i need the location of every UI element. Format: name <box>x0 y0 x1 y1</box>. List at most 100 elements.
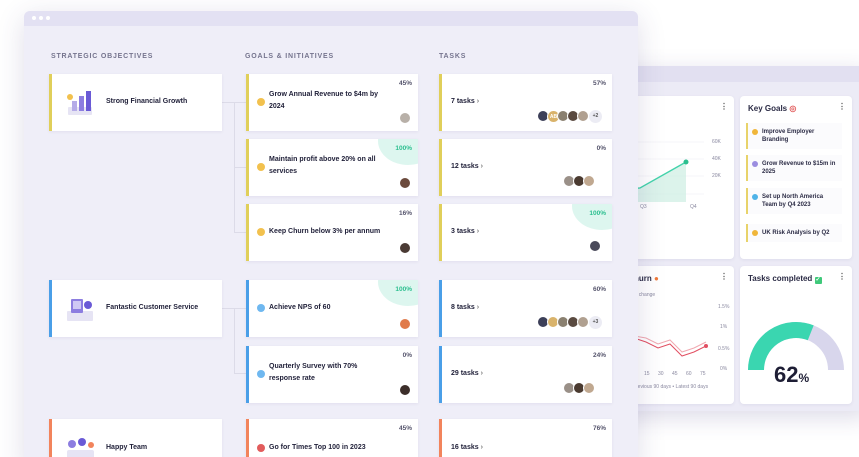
goal-emoji-icon <box>752 194 758 200</box>
avatar[interactable] <box>589 240 601 252</box>
goal-accent-bar <box>246 139 249 196</box>
avatar[interactable] <box>577 110 589 122</box>
goal-label-line: Maintain profit above 20% on all <box>269 156 376 163</box>
tasks-card[interactable]: 0% 12 tasks › <box>439 139 612 196</box>
key-goal-item[interactable]: UK Risk Analysis by Q2 <box>746 224 842 242</box>
goal-accent-bar <box>246 280 249 337</box>
avatar[interactable] <box>399 318 411 330</box>
key-goals-panel: Key Goals ◎ ⋮ Improve Employer Branding … <box>740 96 852 259</box>
x-tick-label: 15 <box>644 371 650 377</box>
tasks-card[interactable]: 100% 3 tasks › <box>439 204 612 261</box>
goal-progress: 0% <box>402 352 412 359</box>
goal-card[interactable]: 100% Achieve NPS of 60 <box>246 280 418 337</box>
goal-accent-bar <box>246 74 249 131</box>
tasks-label: 8 tasks › <box>451 302 479 314</box>
x-tick-label: Q3 <box>640 204 647 210</box>
goal-card[interactable]: 0% Quarterly Survey with 70% response rat… <box>246 346 418 403</box>
key-goal-item[interactable]: Grow Revenue to $15m in 2025 <box>746 155 842 181</box>
tasks-card[interactable]: 60% 8 tasks › +3 <box>439 280 612 337</box>
avatar[interactable] <box>399 177 411 189</box>
tasks-progress: 24% <box>592 352 606 359</box>
more-assignees-badge[interactable]: +2 <box>589 110 602 123</box>
objective-card[interactable]: Fantastic Customer Service <box>49 280 222 337</box>
goal-emoji-icon <box>257 370 265 378</box>
tasks-label: 12 tasks › <box>451 161 483 173</box>
tasks-card[interactable]: 24% 29 tasks › <box>439 346 612 403</box>
target-icon: ◎ <box>789 104 797 113</box>
avatar[interactable] <box>399 384 411 396</box>
key-goals-title-text: Key Goals <box>748 104 788 113</box>
goal-card[interactable]: 16% Keep Churn below 3% per annum <box>246 204 418 261</box>
goal-label: Quarterly Survey with 70% response rate <box>269 361 357 385</box>
window-control-dot[interactable] <box>39 16 43 20</box>
chevron-right-icon: › <box>480 444 483 451</box>
tasks-completed-unit: % <box>798 371 810 385</box>
key-goal-item[interactable]: Set up North America Team by Q4 2023 <box>746 188 842 214</box>
goal-complete-highlight <box>378 280 418 306</box>
y-tick-label: 20K <box>712 173 721 179</box>
goal-complete-highlight <box>378 139 418 165</box>
x-tick-label: 30 <box>658 371 664 377</box>
tasks-label: 3 tasks › <box>451 226 479 238</box>
objective-card[interactable]: Happy Team <box>49 419 222 457</box>
data-point <box>704 344 708 348</box>
x-tick-label: 45 <box>672 371 678 377</box>
x-tick-label: Q4 <box>690 204 697 210</box>
goal-card[interactable]: 45% Grow Annual Revenue to $4m by 2024 <box>246 74 418 131</box>
goal-emoji-icon <box>257 228 265 236</box>
avatar[interactable] <box>399 242 411 254</box>
goal-emoji-icon <box>257 444 265 452</box>
x-tick-label: 60 <box>686 371 692 377</box>
tasks-accent-bar <box>439 419 442 457</box>
tasks-card[interactable]: 76% 16 tasks › <box>439 419 612 457</box>
tasks-accent-bar <box>439 139 442 196</box>
column-header-objectives: STRATEGIC OBJECTIVES <box>51 53 154 60</box>
more-menu-icon[interactable]: ⋮ <box>838 102 846 111</box>
goal-label-line: response rate <box>269 375 315 382</box>
avatar[interactable] <box>577 316 589 328</box>
tasks-accent-bar <box>439 346 442 403</box>
objective-label: Strong Financial Growth <box>106 98 188 105</box>
tasks-progress: 100% <box>589 210 606 217</box>
window-control-dot[interactable] <box>32 16 36 20</box>
key-goal-text: Improve Employer <box>762 129 815 135</box>
connector-line <box>234 232 246 233</box>
y-tick-label: 1% <box>720 324 728 330</box>
goal-label: Keep Churn below 3% per annum <box>269 228 381 235</box>
goal-label: Go for Times Top 100 in 2023 <box>269 444 366 451</box>
chevron-right-icon: › <box>476 304 480 311</box>
goal-card[interactable]: 45% Go for Times Top 100 in 2023 <box>246 419 418 457</box>
happy-team-icon <box>67 438 94 457</box>
key-goal-text: Set up North America <box>762 194 824 200</box>
tasks-count: 12 tasks <box>451 163 479 170</box>
window-control-dot[interactable] <box>46 16 50 20</box>
avatar[interactable] <box>399 112 411 124</box>
goal-emoji-icon <box>257 98 265 106</box>
tasks-count: 16 tasks <box>451 444 479 451</box>
goal-emoji-icon <box>257 304 265 312</box>
chevron-right-icon: › <box>480 370 483 377</box>
tasks-progress: 57% <box>592 80 606 87</box>
y-tick-label: 1.5% <box>718 304 730 310</box>
y-tick-label: 40K <box>712 156 721 162</box>
data-point <box>683 159 689 165</box>
tasks-accent-bar <box>439 280 442 337</box>
key-goal-item[interactable]: Improve Employer Branding <box>746 123 842 149</box>
avatar[interactable] <box>583 175 595 187</box>
tasks-accent-bar <box>439 74 442 131</box>
goal-label-line: services <box>269 168 298 175</box>
connector-line <box>234 373 246 374</box>
tasks-card[interactable]: 57% 7 tasks › AB +2 <box>439 74 612 131</box>
y-tick-label: 60K <box>712 139 721 145</box>
tasks-completed-panel: Tasks completed ✓ ⋮ 62% <box>740 266 852 404</box>
goal-label: Grow Annual Revenue to $4m by 2024 <box>269 89 378 113</box>
avatar[interactable] <box>583 382 595 394</box>
objective-card[interactable]: Strong Financial Growth <box>49 74 222 131</box>
tasks-label: 29 tasks › <box>451 368 483 380</box>
objective-accent-bar <box>49 74 52 131</box>
tasks-count: 3 tasks <box>451 228 475 235</box>
dashboard-window: ⋮ 60K 40K 20K Q3 Q4 Key Goals ◎ ⋮ Improv… <box>600 66 859 411</box>
more-assignees-badge[interactable]: +3 <box>589 316 602 329</box>
goal-card[interactable]: 100% Maintain profit above 20% on all ser… <box>246 139 418 196</box>
dashboard-titlebar <box>600 66 859 82</box>
